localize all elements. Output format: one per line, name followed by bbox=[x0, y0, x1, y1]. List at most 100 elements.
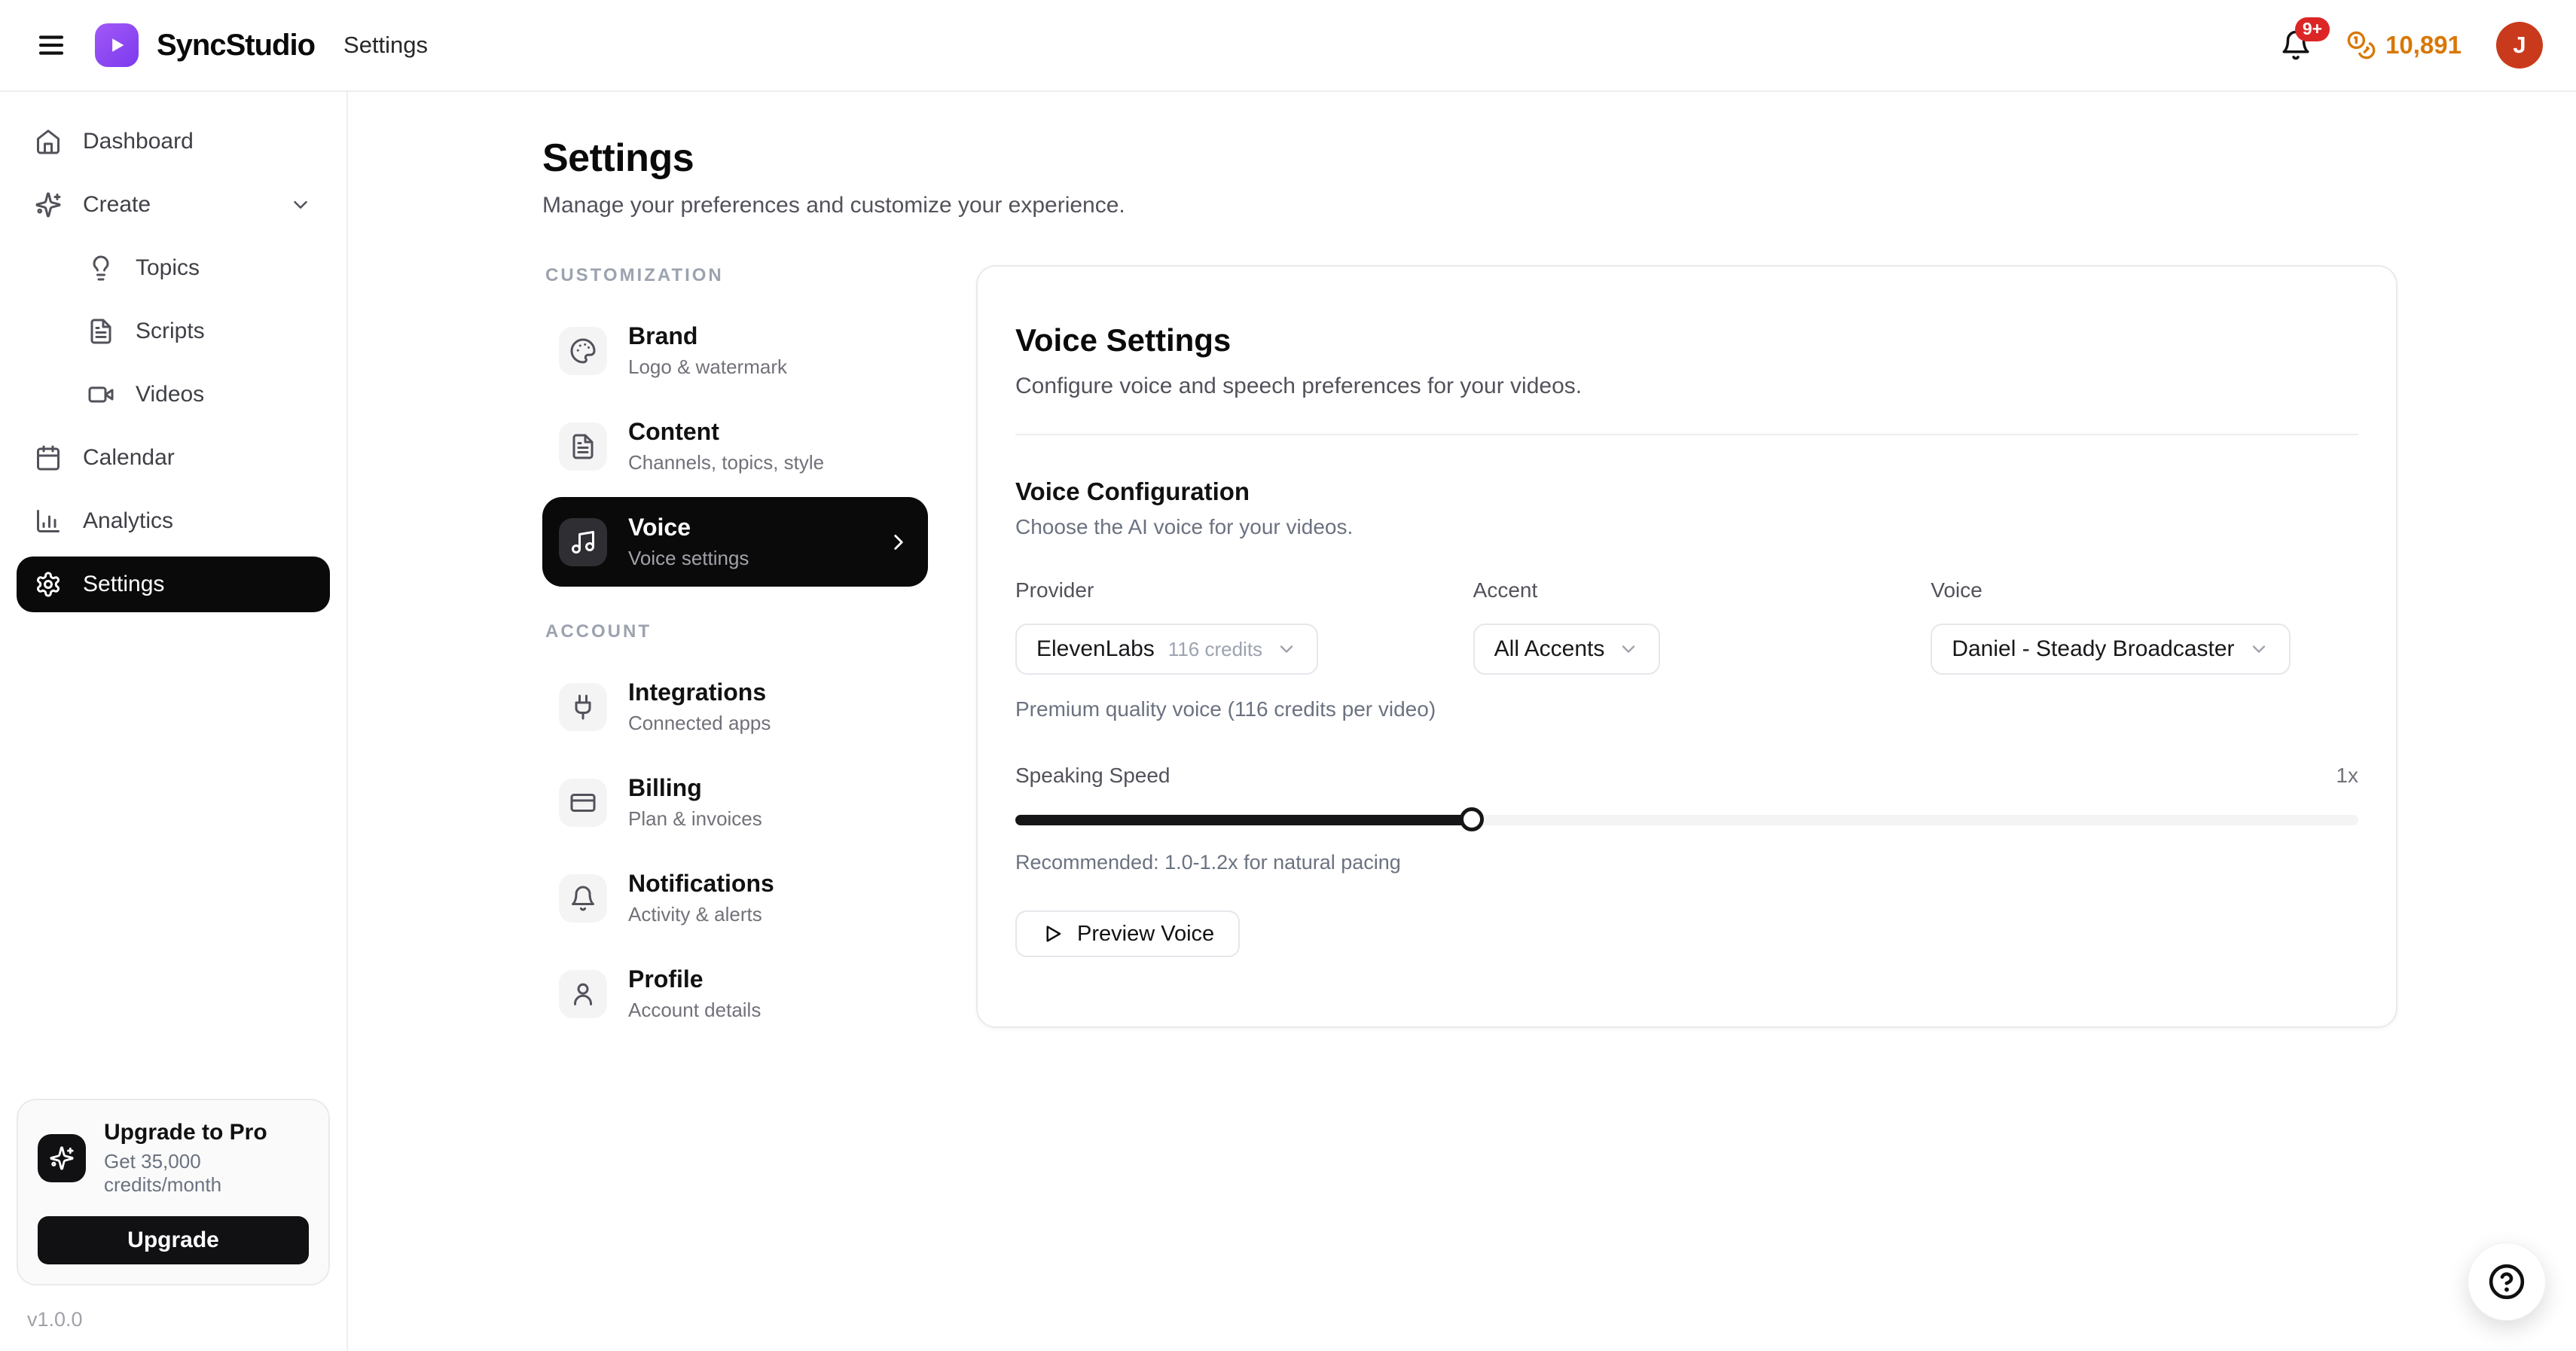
sidebar: Dashboard Create Topics Scripts Videos C… bbox=[0, 92, 348, 1351]
sparkles-icon bbox=[38, 1134, 86, 1182]
settings-nav-item-title: Voice bbox=[628, 514, 749, 541]
file-text-icon bbox=[559, 422, 607, 471]
chevron-down-icon bbox=[1618, 639, 1639, 660]
voice-select[interactable]: Daniel - Steady Broadcaster bbox=[1930, 624, 2290, 675]
settings-nav-item-brand[interactable]: Brand Logo & watermark bbox=[542, 306, 928, 395]
notification-badge: 9+ bbox=[2295, 17, 2330, 41]
provider-credits: 116 credits bbox=[1168, 638, 1262, 661]
settings-nav-item-subtitle: Channels, topics, style bbox=[628, 451, 824, 474]
preview-voice-button[interactable]: Preview Voice bbox=[1015, 910, 1240, 957]
speaking-speed-slider[interactable] bbox=[1015, 807, 2358, 831]
coins-icon bbox=[2346, 30, 2376, 60]
chevron-down-icon bbox=[2248, 639, 2269, 660]
chevron-down-icon bbox=[289, 194, 312, 216]
page-title: Settings bbox=[542, 136, 2576, 181]
speaking-speed-value: 1x bbox=[2336, 764, 2358, 788]
provider-field: Provider ElevenLabs 116 credits bbox=[1015, 578, 1443, 675]
sidebar-item-dashboard[interactable]: Dashboard bbox=[17, 114, 330, 169]
calendar-icon bbox=[35, 444, 62, 471]
sidebar-item-topics[interactable]: Topics bbox=[17, 240, 330, 296]
help-icon bbox=[2488, 1263, 2526, 1301]
settings-nav: CUSTOMIZATION Brand Logo & watermark bbox=[542, 265, 928, 1073]
accent-label: Accent bbox=[1473, 578, 1901, 602]
sidebar-item-analytics[interactable]: Analytics bbox=[17, 493, 330, 549]
credit-card-icon bbox=[559, 779, 607, 827]
sidebar-item-label: Settings bbox=[83, 572, 164, 597]
brand-name: SyncStudio bbox=[157, 29, 315, 63]
settings-nav-item-integrations[interactable]: Integrations Connected apps bbox=[542, 662, 928, 752]
sparkles-icon bbox=[35, 191, 62, 218]
provider-label: Provider bbox=[1015, 578, 1443, 602]
credits-count: 10,891 bbox=[2385, 31, 2462, 59]
sidebar-item-calendar[interactable]: Calendar bbox=[17, 430, 330, 486]
home-icon bbox=[35, 128, 62, 155]
bar-chart-icon bbox=[35, 508, 62, 535]
account-heading: ACCOUNT bbox=[542, 621, 928, 642]
sidebar-item-label: Scripts bbox=[136, 319, 205, 344]
settings-nav-item-title: Notifications bbox=[628, 870, 774, 898]
help-button[interactable] bbox=[2468, 1243, 2546, 1321]
settings-nav-item-content[interactable]: Content Channels, topics, style bbox=[542, 401, 928, 491]
upgrade-button[interactable]: Upgrade bbox=[38, 1216, 309, 1264]
page-subtitle: Manage your preferences and customize yo… bbox=[542, 193, 2576, 218]
provider-value: ElevenLabs bbox=[1036, 636, 1155, 662]
main-content: Settings Manage your preferences and cus… bbox=[348, 92, 2576, 1351]
notifications-button[interactable]: 9+ bbox=[2280, 29, 2312, 61]
settings-nav-item-notifications[interactable]: Notifications Activity & alerts bbox=[542, 853, 928, 943]
accent-select[interactable]: All Accents bbox=[1473, 624, 1661, 675]
user-icon bbox=[559, 970, 607, 1018]
upgrade-title: Upgrade to Pro bbox=[104, 1120, 309, 1145]
play-icon bbox=[1041, 923, 1064, 945]
voice-value: Daniel - Steady Broadcaster bbox=[1952, 636, 2234, 662]
credits-balance[interactable]: 10,891 bbox=[2346, 30, 2462, 60]
settings-nav-item-title: Content bbox=[628, 418, 824, 446]
sidebar-item-label: Create bbox=[83, 192, 151, 218]
sidebar-item-videos[interactable]: Videos bbox=[17, 367, 330, 422]
menu-icon[interactable] bbox=[30, 24, 72, 66]
speaking-speed-label: Speaking Speed bbox=[1015, 764, 1170, 788]
avatar[interactable]: J bbox=[2496, 22, 2543, 69]
settings-nav-item-profile[interactable]: Profile Account details bbox=[542, 949, 928, 1038]
speed-slider-thumb[interactable] bbox=[1460, 807, 1484, 831]
sidebar-item-scripts[interactable]: Scripts bbox=[17, 303, 330, 359]
gear-icon bbox=[35, 571, 62, 598]
music-icon bbox=[559, 518, 607, 566]
palette-icon bbox=[559, 327, 607, 375]
card-subtitle: Configure voice and speech preferences f… bbox=[1015, 374, 2358, 399]
accent-field: Accent All Accents bbox=[1473, 578, 1901, 675]
header-page-label: Settings bbox=[343, 32, 428, 59]
card-title: Voice Settings bbox=[1015, 322, 2358, 358]
video-icon bbox=[87, 381, 114, 408]
speed-slider-fill bbox=[1015, 815, 1472, 825]
sidebar-item-label: Topics bbox=[136, 255, 200, 281]
settings-nav-item-subtitle: Voice settings bbox=[628, 547, 749, 570]
settings-nav-item-title: Profile bbox=[628, 965, 761, 993]
provider-note: Premium quality voice (116 credits per v… bbox=[1015, 697, 2358, 721]
sidebar-item-settings[interactable]: Settings bbox=[17, 557, 330, 612]
sidebar-item-label: Analytics bbox=[83, 508, 173, 534]
voice-settings-card: Voice Settings Configure voice and speec… bbox=[976, 265, 2397, 1028]
app-version: v1.0.0 bbox=[27, 1308, 330, 1331]
voice-configuration-title: Voice Configuration bbox=[1015, 477, 2358, 506]
upgrade-card: Upgrade to Pro Get 35,000 credits/month … bbox=[17, 1099, 330, 1285]
sidebar-item-label: Dashboard bbox=[83, 129, 194, 154]
speaking-speed-block: Speaking Speed 1x Recommended: 1.0-1.2x … bbox=[1015, 764, 2358, 874]
settings-nav-item-billing[interactable]: Billing Plan & invoices bbox=[542, 758, 928, 847]
brand[interactable]: SyncStudio bbox=[95, 23, 315, 67]
app-logo bbox=[95, 23, 139, 67]
settings-nav-item-subtitle: Logo & watermark bbox=[628, 355, 787, 379]
upgrade-subtitle: Get 35,000 credits/month bbox=[104, 1150, 309, 1197]
app-header: SyncStudio Settings 9+ 10,891 J bbox=[0, 0, 2576, 92]
voice-configuration-subtitle: Choose the AI voice for your videos. bbox=[1015, 515, 2358, 539]
file-text-icon bbox=[87, 318, 114, 345]
sidebar-item-label: Videos bbox=[136, 382, 204, 407]
settings-nav-item-voice[interactable]: Voice Voice settings bbox=[542, 497, 928, 587]
provider-select[interactable]: ElevenLabs 116 credits bbox=[1015, 624, 1318, 675]
preview-voice-label: Preview Voice bbox=[1077, 922, 1214, 947]
chevron-down-icon bbox=[1276, 639, 1297, 660]
accent-value: All Accents bbox=[1494, 636, 1605, 662]
avatar-initial: J bbox=[2513, 32, 2526, 59]
lightbulb-icon bbox=[87, 255, 114, 282]
sidebar-item-create[interactable]: Create bbox=[17, 177, 330, 233]
voice-field: Voice Daniel - Steady Broadcaster bbox=[1930, 578, 2358, 675]
